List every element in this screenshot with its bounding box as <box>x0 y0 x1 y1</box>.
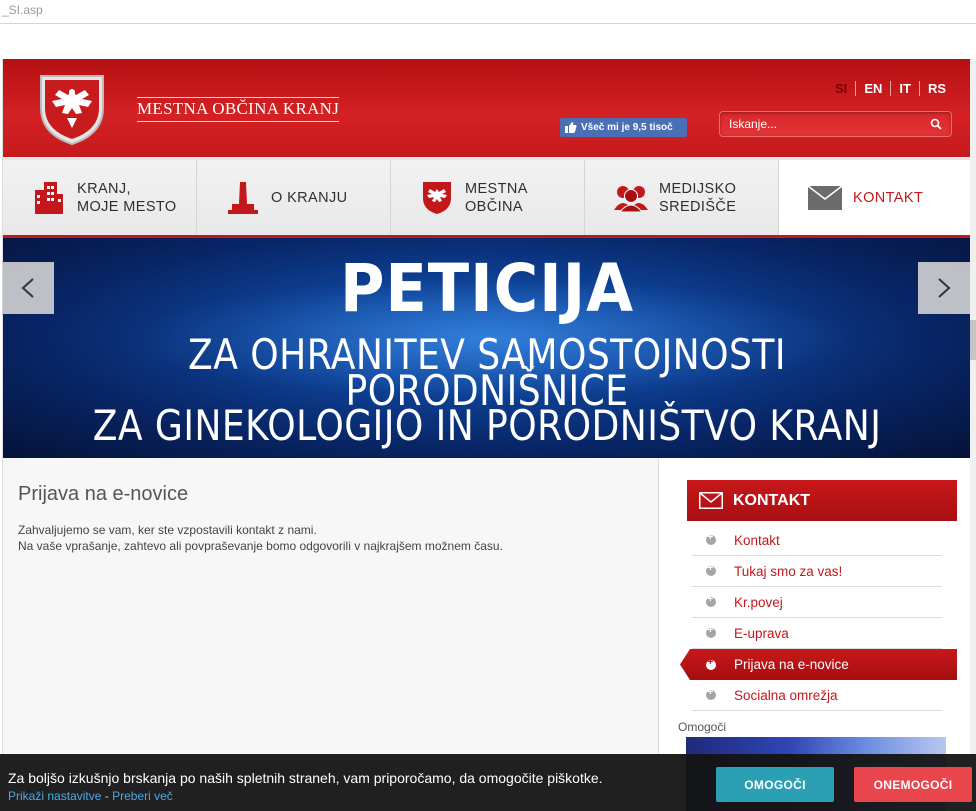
search-input[interactable] <box>729 116 919 132</box>
language-switcher: SI EN IT RS <box>827 81 954 96</box>
lang-en[interactable]: EN <box>855 81 890 96</box>
plus-circle-icon <box>706 563 716 576</box>
enabled-by-label: Omogoči <box>678 720 727 734</box>
nav-item-kranj[interactable]: KRANJ, MOJE MESTO <box>3 160 197 235</box>
nav-label-kontakt: KONTAKT <box>853 189 924 206</box>
sidebar-item-socialna-omrezja[interactable]: Socialna omrežja <box>692 680 942 711</box>
page-title: Prijava na e-novice <box>18 483 189 505</box>
plus-circle-icon <box>706 594 716 607</box>
link-separator: - <box>104 789 109 803</box>
nav-kranj-line1: KRANJ, <box>77 180 131 197</box>
sidebar-item-kr-povej[interactable]: Kr.povej <box>692 587 942 618</box>
banner-title: PETICIJA <box>339 250 635 327</box>
disable-cookies-button[interactable]: ONEMOGOČI <box>854 767 972 802</box>
search-icon[interactable] <box>930 118 942 130</box>
cookie-bar: Za boljšo izkušnjo brskanja po naših spl… <box>0 754 976 811</box>
envelope-icon <box>803 185 847 210</box>
site-page: MESTNA OBČINA KRANJ SI EN IT RS Všeč mi … <box>2 59 971 811</box>
lang-it[interactable]: IT <box>890 81 919 96</box>
search-box <box>719 111 952 137</box>
show-settings-link[interactable]: Prikaži nastavitve <box>8 789 101 803</box>
facebook-like-text: Všeč mi je 9,5 tisoč <box>581 122 673 133</box>
sidebar-item-label: Kontakt <box>734 532 780 548</box>
banner-prev-button[interactable] <box>2 262 54 314</box>
chevron-left-icon <box>21 278 34 298</box>
tower-icon <box>221 181 265 214</box>
sidebar-item-label: Socialna omrežja <box>734 687 838 703</box>
read-more-link[interactable]: Preberi več <box>112 789 173 803</box>
sidebar-item-tukaj-smo[interactable]: Tukaj smo za vas! <box>692 556 942 587</box>
thumbs-up-icon <box>565 122 577 133</box>
sidebar-item-label: E-uprava <box>734 625 789 641</box>
plus-circle-icon <box>706 532 716 545</box>
envelope-icon <box>699 492 723 509</box>
sidebar-item-e-novice[interactable]: Prijava na e-novice <box>680 649 957 680</box>
lang-si[interactable]: SI <box>827 81 855 96</box>
site-header: MESTNA OBČINA KRANJ SI EN IT RS Všeč mi … <box>3 59 971 160</box>
buildings-icon <box>27 181 71 214</box>
thank-you-text: Zahvaljujemo se vam, ker ste vzpostavili… <box>18 523 317 537</box>
plus-circle-icon <box>706 657 716 670</box>
nav-item-o-kranju[interactable]: O KRANJU <box>197 160 391 235</box>
browser-gap <box>0 24 976 59</box>
url-text: _SI.asp <box>2 3 43 17</box>
banner-line-3: ZA GINEKOLOGIJO IN PORODNIŠTVO KRANJ <box>92 401 882 450</box>
site-title[interactable]: MESTNA OBČINA KRANJ <box>137 97 340 122</box>
eagle-crest-icon <box>415 181 459 215</box>
plus-circle-icon <box>706 625 716 638</box>
crest-logo-icon[interactable] <box>33 68 111 146</box>
sidebar-item-kontakt[interactable]: Kontakt <box>692 525 942 556</box>
nav-kranj-line2: MOJE MESTO <box>77 198 177 215</box>
scrollbar-thumb[interactable] <box>970 320 976 360</box>
cookie-links: Prikaži nastavitve - Preberi več <box>8 789 173 803</box>
sidebar-item-label: Tukaj smo za vas! <box>734 563 843 579</box>
nav-label-mestna-obcina: MESTNA OBČINA <box>465 180 528 216</box>
nav-label-medijsko: MEDIJSKO SREDIŠČE <box>659 180 736 216</box>
response-text: Na vaše vprašanje, zahtevo ali povprašev… <box>18 539 503 553</box>
lang-rs[interactable]: RS <box>918 81 954 96</box>
sidebar-menu: Kontakt Tukaj smo za vas! Kr.povej E-upr… <box>680 525 957 711</box>
nav-label-kranj: KRANJ, MOJE MESTO <box>77 180 177 216</box>
sidebar-item-label: Kr.povej <box>734 594 783 610</box>
people-icon <box>609 184 653 212</box>
hero-banner[interactable]: PETICIJA ZA OHRANITEV SAMOSTOJNOSTI PORO… <box>3 238 971 458</box>
sidebar-heading-label: KONTAKT <box>733 491 811 509</box>
sidebar-item-e-uprava[interactable]: E-uprava <box>692 618 942 649</box>
nav-mestna-line1: MESTNA <box>465 180 528 197</box>
scrollbar-track[interactable] <box>970 59 976 811</box>
cookie-message: Za boljšo izkušnjo brskanja po naših spl… <box>8 770 603 786</box>
plus-circle-icon <box>706 687 716 700</box>
nav-label-o-kranju: O KRANJU <box>271 189 348 206</box>
main-nav: KRANJ, MOJE MESTO O KRANJU MESTNA OBČINA M… <box>3 160 971 235</box>
facebook-like-button[interactable]: Všeč mi je 9,5 tisoč <box>560 118 687 137</box>
nav-mestna-line2: OBČINA <box>465 198 523 215</box>
banner-next-button[interactable] <box>918 262 970 314</box>
nav-item-kontakt[interactable]: KONTAKT <box>779 160 971 235</box>
sidebar-heading: KONTAKT <box>687 480 957 521</box>
nav-medijsko-line1: MEDIJSKO <box>659 180 737 197</box>
nav-item-mestna-obcina[interactable]: MESTNA OBČINA <box>391 160 585 235</box>
sidebar-item-label: Prijava na e-novice <box>734 657 849 672</box>
chevron-right-icon <box>938 278 951 298</box>
nav-item-medijsko-sredisce[interactable]: MEDIJSKO SREDIŠČE <box>585 160 779 235</box>
nav-medijsko-line2: SREDIŠČE <box>659 198 737 215</box>
enable-cookies-button[interactable]: OMOGOČI <box>716 767 834 802</box>
address-bar[interactable]: _SI.asp <box>0 0 976 24</box>
